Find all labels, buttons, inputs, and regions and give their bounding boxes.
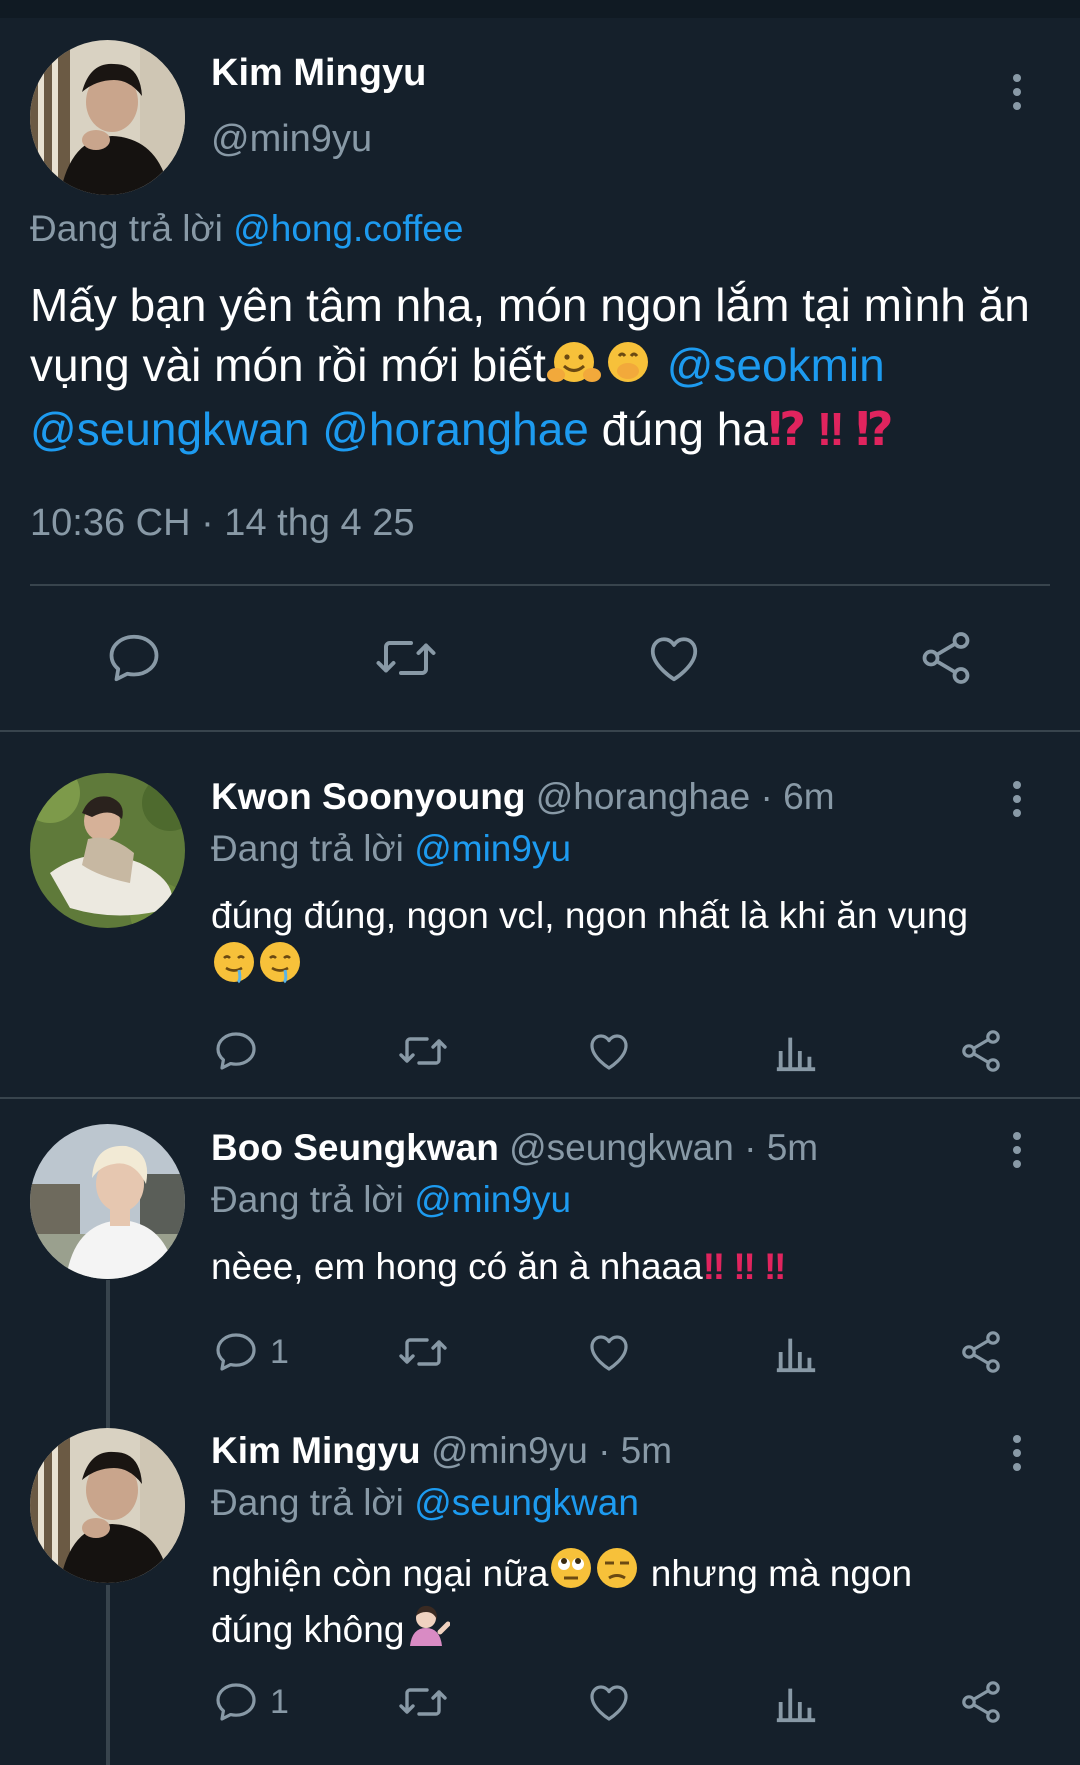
reply-to-mention[interactable]: @hong.coffee	[233, 208, 463, 249]
like-icon[interactable]	[644, 628, 704, 688]
reply-header: Kim Mingyu @min9yu · 5m	[211, 1430, 672, 1472]
author-handle[interactable]: @seungkwan	[509, 1127, 734, 1168]
reply-icon[interactable]	[104, 628, 164, 688]
reply-icon[interactable]	[212, 1678, 260, 1726]
reply-prefix: Đang trả lời	[211, 828, 404, 869]
drooling-face-emoji	[257, 940, 303, 996]
author-handle[interactable]: @min9yu	[431, 1430, 588, 1471]
hugging-face-emoji	[546, 339, 602, 399]
avatar[interactable]	[30, 1124, 185, 1279]
reply-time[interactable]: · 5m	[744, 1127, 818, 1168]
reply-to-mention[interactable]: @min9yu	[414, 1179, 571, 1220]
divider	[30, 584, 1050, 586]
reply-time[interactable]: · 6m	[761, 776, 835, 817]
author-handle[interactable]: @horanghae	[536, 776, 751, 817]
reply-text: nhưng mà ngon	[650, 1553, 913, 1594]
author-name[interactable]: Boo Seungkwan	[211, 1127, 499, 1168]
reply-text: nghiện còn ngại nữa	[211, 1553, 549, 1594]
reply-icon[interactable]	[212, 1027, 260, 1075]
unamused-face-emoji	[594, 1546, 640, 1602]
mention-seungkwan[interactable]: @seungkwan	[30, 403, 309, 455]
more-icon[interactable]	[1013, 74, 1023, 116]
exclamation-question-emoji: ⁉	[855, 403, 893, 455]
analytics-icon[interactable]	[773, 1678, 819, 1726]
author-name[interactable]: Kwon Soonyoung	[211, 776, 525, 817]
divider	[0, 730, 1080, 732]
reply-time[interactable]: · 5m	[598, 1430, 672, 1471]
replying-to: Đang trả lời @seungkwan	[211, 1482, 639, 1524]
tweet-timestamp[interactable]: 10:36 CH · 14 thg 4 25	[30, 502, 414, 545]
double-exclamation-emoji: ‼	[702, 1246, 725, 1287]
reply-count: 1	[270, 1683, 289, 1721]
avatar[interactable]	[30, 40, 185, 195]
exclamation-question-emoji: ⁉	[767, 403, 806, 455]
like-icon[interactable]	[585, 1678, 633, 1726]
double-exclamation-emoji: ‼	[763, 1246, 786, 1287]
reply-text: nèee, em hong có ăn à nhaaa	[211, 1246, 703, 1287]
reply-text: đúng đúng, ngon vcl, ngon nhất là khi ăn…	[211, 895, 969, 936]
reply-prefix: Đang trả lời	[211, 1482, 404, 1523]
replying-to: Đang trả lời @min9yu	[211, 828, 571, 870]
replying-to: Đang trả lời @hong.coffee	[30, 208, 463, 250]
share-icon[interactable]	[916, 628, 976, 688]
retweet-icon[interactable]	[396, 1678, 450, 1726]
like-icon[interactable]	[585, 1027, 633, 1075]
divider	[0, 1097, 1080, 1099]
top-edge	[0, 0, 1080, 18]
drooling-face-emoji	[211, 940, 257, 996]
mention-horanghae[interactable]: @horanghae	[322, 403, 589, 455]
replying-to: Đang trả lời @min9yu	[211, 1179, 571, 1221]
share-icon[interactable]	[957, 1027, 1005, 1075]
reply-body: nèee, em hong có ăn à nhaaa‼ ‼ ‼	[211, 1243, 1051, 1291]
reply-prefix: Đang trả lời	[30, 208, 223, 249]
reply-body: đúng đúng, ngon vcl, ngon nhất là khi ăn…	[211, 892, 1051, 996]
reply-to-mention[interactable]: @min9yu	[414, 828, 571, 869]
avatar[interactable]	[30, 1428, 185, 1583]
share-icon[interactable]	[957, 1328, 1005, 1376]
analytics-icon[interactable]	[773, 1027, 819, 1075]
retweet-icon[interactable]	[396, 1027, 450, 1075]
reply-header: Kwon Soonyoung @horanghae · 6m	[211, 776, 835, 818]
retweet-icon[interactable]	[396, 1328, 450, 1376]
mention-seokmin[interactable]: @seokmin	[667, 339, 885, 391]
hand-over-mouth-emoji	[602, 339, 654, 399]
reply-icon[interactable]	[212, 1328, 260, 1376]
person-tipping-hand-emoji	[404, 1602, 451, 1658]
like-icon[interactable]	[585, 1328, 633, 1376]
analytics-icon[interactable]	[773, 1328, 819, 1376]
author-handle[interactable]: @min9yu	[211, 118, 372, 161]
double-exclamation-emoji: ‼	[733, 1246, 755, 1287]
author-name[interactable]: Kim Mingyu	[211, 1430, 421, 1471]
reply-to-mention[interactable]: @seungkwan	[414, 1482, 639, 1523]
double-exclamation-emoji: ‼	[816, 403, 845, 455]
reply-text: đúng không	[211, 1609, 405, 1650]
avatar[interactable]	[30, 773, 185, 928]
tweet-text-end: đúng ha	[601, 403, 768, 455]
reply-body: nghiện còn ngại nữa nhưng mà ngon đúng k…	[211, 1546, 1051, 1658]
tweet-body: Mấy bạn yên tâm nha, món ngon lắm tại mì…	[30, 275, 1060, 459]
more-icon[interactable]	[1013, 781, 1023, 823]
share-icon[interactable]	[957, 1678, 1005, 1726]
author-name[interactable]: Kim Mingyu	[211, 52, 426, 95]
more-icon[interactable]	[1013, 1435, 1023, 1477]
reply-prefix: Đang trả lời	[211, 1179, 404, 1220]
reply-header: Boo Seungkwan @seungkwan · 5m	[211, 1127, 818, 1169]
retweet-icon[interactable]	[372, 628, 440, 688]
thread-line	[106, 1280, 110, 1432]
more-icon[interactable]	[1013, 1132, 1023, 1174]
reply-count: 1	[270, 1333, 289, 1371]
thread-line	[106, 1585, 110, 1765]
rolling-eyes-emoji	[548, 1546, 594, 1602]
